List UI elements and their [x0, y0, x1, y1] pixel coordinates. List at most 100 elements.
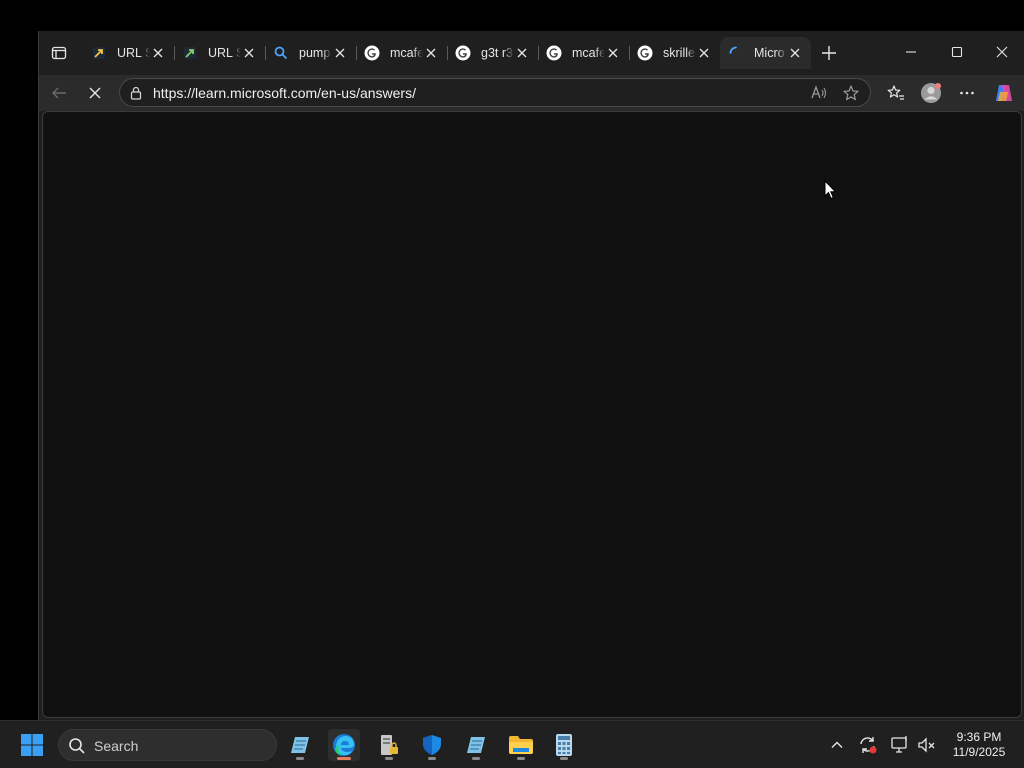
close-icon[interactable] — [423, 45, 439, 61]
browser-toolbar: https://learn.microsoft.com/en-us/answer… — [39, 75, 1024, 111]
stop-x-icon — [89, 87, 101, 99]
volume-muted-icon — [918, 737, 935, 753]
stop-loading-button[interactable] — [83, 81, 107, 105]
tab-title: URL S — [208, 46, 241, 60]
favorite-star-icon[interactable] — [842, 84, 860, 102]
url-text[interactable]: https://learn.microsoft.com/en-us/answer… — [153, 85, 416, 101]
google-icon — [637, 45, 653, 61]
taskbar-app-4[interactable] — [416, 729, 448, 761]
close-icon — [996, 46, 1008, 58]
server-lock-app-icon — [381, 735, 398, 755]
tab-title: g3t r3 — [481, 46, 513, 60]
taskbar-clock[interactable]: 9:36 PM 11/9/2025 — [944, 730, 1014, 760]
close-window-button[interactable] — [979, 37, 1024, 67]
calculator-app-icon — [556, 734, 572, 756]
notepad-app-icon — [291, 737, 309, 753]
folder-icon — [509, 736, 533, 754]
maximize-icon — [951, 46, 963, 58]
avatar — [921, 83, 941, 103]
minimize-icon — [906, 51, 916, 53]
tray-network[interactable] — [890, 735, 910, 755]
taskbar-search-box[interactable]: Search — [58, 729, 277, 761]
new-tab-button[interactable] — [819, 43, 839, 63]
tab-6[interactable]: mcafe — [538, 37, 629, 69]
read-aloud-icon[interactable] — [810, 84, 828, 102]
tab-list: URL S URL S pump mcafe g3t r3 mcafe skri… — [83, 37, 811, 69]
running-indicator — [296, 757, 304, 760]
close-icon[interactable] — [605, 45, 621, 61]
browser-window: URL S URL S pump mcafe g3t r3 mcafe skri… — [38, 31, 1024, 720]
close-icon[interactable] — [696, 45, 712, 61]
google-icon — [364, 45, 380, 61]
close-icon[interactable] — [150, 45, 166, 61]
tab-3[interactable]: pump — [265, 37, 356, 69]
windows-logo-icon — [21, 734, 43, 756]
taskbar-app-1[interactable] — [284, 729, 316, 761]
taskbar-app-edge[interactable] — [328, 729, 360, 761]
edge-browser-icon — [333, 734, 355, 756]
tab-title: mcafe — [390, 46, 423, 60]
maximize-button[interactable] — [934, 37, 980, 67]
favorites-star-list-icon — [887, 85, 904, 100]
close-icon[interactable] — [787, 45, 803, 61]
mouse-cursor-icon — [824, 180, 837, 200]
search-icon — [273, 45, 289, 61]
taskbar: Search 9:36 PM 11/9/2025 — [0, 720, 1024, 768]
sync-error-icon — [860, 737, 877, 754]
profile-button[interactable] — [919, 81, 943, 105]
close-icon[interactable] — [514, 45, 530, 61]
tab-title: Micro — [754, 46, 785, 60]
close-icon[interactable] — [241, 45, 257, 61]
running-indicator — [385, 757, 393, 760]
defender-shield-icon — [423, 735, 441, 755]
lock-icon[interactable] — [128, 85, 144, 101]
google-icon — [455, 45, 471, 61]
taskbar-app-explorer[interactable] — [505, 729, 537, 761]
running-indicator — [517, 757, 525, 760]
tab-title: URL S — [117, 46, 150, 60]
tab-1[interactable]: URL S — [83, 37, 174, 69]
copilot-icon — [996, 85, 1012, 101]
clock-time: 9:36 PM — [956, 730, 1002, 744]
tray-sync-alert[interactable] — [858, 735, 878, 755]
tab-5[interactable]: g3t r3 — [447, 37, 538, 69]
search-placeholder: Search — [94, 738, 139, 754]
tab-8-active[interactable]: Micro — [720, 37, 811, 69]
show-hidden-icons-button[interactable] — [827, 735, 847, 755]
close-icon[interactable] — [332, 45, 348, 61]
taskbar-app-5[interactable] — [460, 729, 492, 761]
favorites-button[interactable] — [884, 81, 908, 105]
tray-volume[interactable] — [917, 735, 937, 755]
page-content-area[interactable] — [42, 111, 1022, 718]
tab-title: skrille — [663, 46, 695, 60]
settings-more-button[interactable] — [955, 81, 979, 105]
plus-icon — [822, 46, 836, 60]
back-button[interactable] — [47, 81, 71, 105]
tab-7[interactable]: skrille — [629, 37, 720, 69]
copilot-button[interactable] — [992, 81, 1016, 105]
clock-date: 11/9/2025 — [952, 745, 1006, 759]
tab-2[interactable]: URL S — [174, 37, 265, 69]
tab-title: mcafe — [572, 46, 605, 60]
tab-actions-icon — [51, 46, 67, 60]
arrow-app-icon — [182, 45, 198, 61]
tab-4[interactable]: mcafe — [356, 37, 447, 69]
start-button[interactable] — [16, 729, 48, 761]
network-monitor-icon — [891, 736, 907, 753]
address-bar[interactable]: https://learn.microsoft.com/en-us/answer… — [119, 78, 871, 107]
tab-strip: URL S URL S pump mcafe g3t r3 mcafe skri… — [39, 31, 1024, 75]
running-indicator — [337, 757, 351, 760]
running-indicator — [428, 757, 436, 760]
running-indicator — [560, 757, 568, 760]
chevron-up-icon — [831, 741, 843, 748]
tab-actions-button[interactable] — [49, 43, 69, 63]
running-indicator — [472, 757, 480, 760]
desktop: URL S URL S pump mcafe g3t r3 mcafe skri… — [0, 0, 1024, 768]
minimize-button[interactable] — [888, 37, 934, 67]
tab-title: pump — [299, 46, 331, 60]
taskbar-app-7[interactable] — [548, 729, 580, 761]
back-arrow-icon — [52, 87, 66, 99]
taskbar-app-3[interactable] — [373, 729, 405, 761]
more-dots-icon — [960, 91, 974, 95]
arrow-app-icon — [91, 45, 107, 61]
